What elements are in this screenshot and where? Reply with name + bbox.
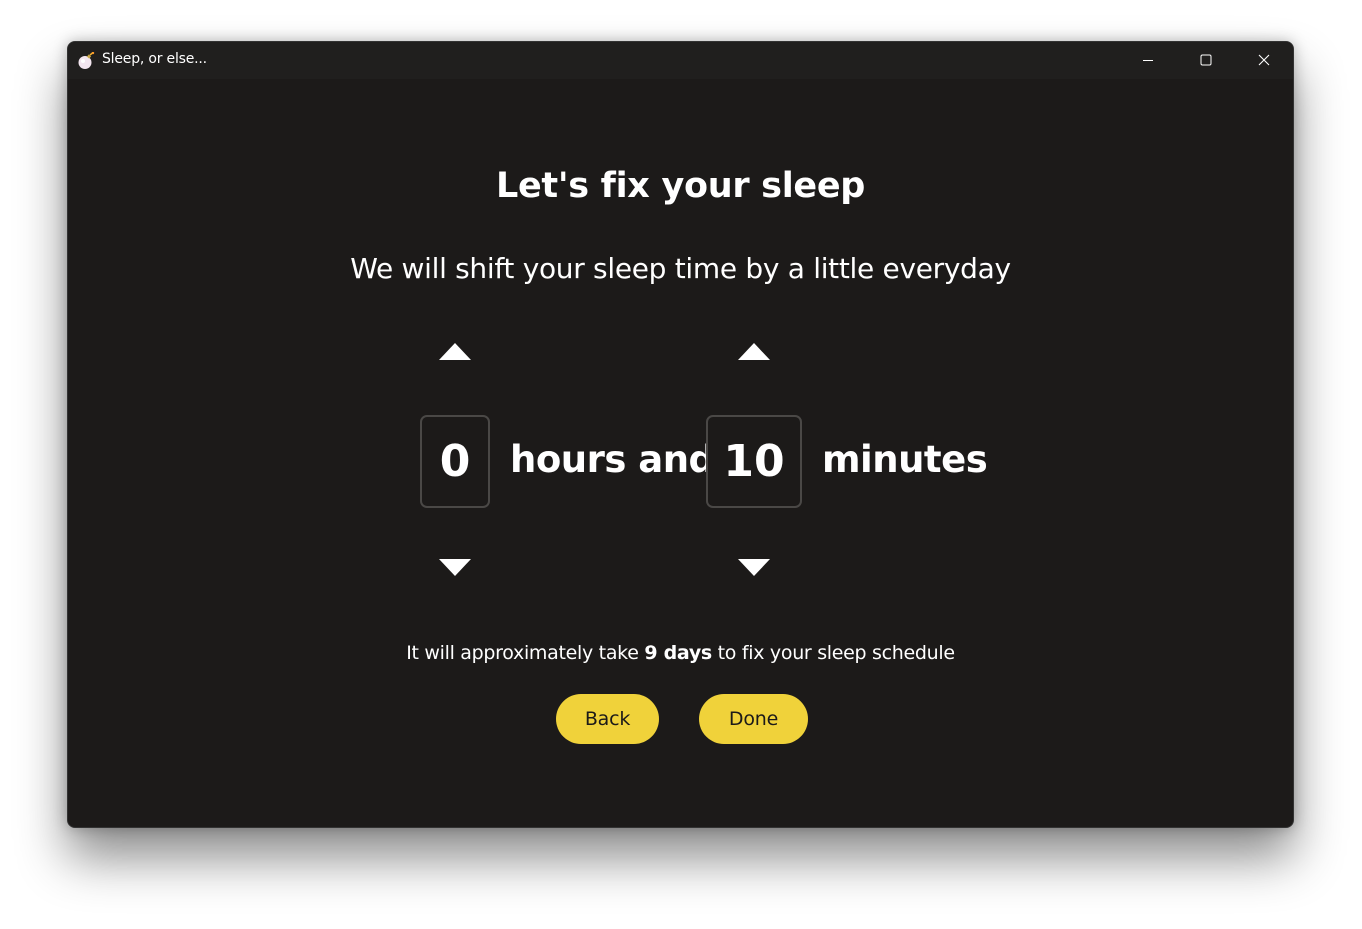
estimate-prefix: It will approximately take bbox=[406, 642, 645, 664]
app-window: Sleep, or else... Let's fix your sleep W… bbox=[67, 41, 1294, 828]
page-subtitle: We will shift your sleep time by a littl… bbox=[350, 252, 1011, 285]
estimate-text: It will approximately take 9 days to fix… bbox=[68, 642, 1293, 664]
triangle-down-icon bbox=[439, 558, 471, 582]
estimate-suffix: to fix your sleep schedule bbox=[711, 642, 955, 664]
window-title: Sleep, or else... bbox=[102, 51, 207, 67]
back-button[interactable]: Back bbox=[556, 694, 659, 744]
close-button[interactable] bbox=[1235, 42, 1293, 79]
minutes-decrement-button[interactable] bbox=[734, 555, 774, 585]
maximize-icon bbox=[1200, 51, 1212, 70]
triangle-down-icon bbox=[738, 558, 770, 582]
minutes-input[interactable]: 10 bbox=[706, 415, 802, 508]
minutes-increment-button[interactable] bbox=[734, 338, 774, 368]
triangle-up-icon bbox=[439, 341, 471, 365]
triangle-up-icon bbox=[738, 341, 770, 365]
maximize-button[interactable] bbox=[1177, 42, 1235, 79]
minimize-button[interactable] bbox=[1119, 42, 1177, 79]
close-icon bbox=[1258, 51, 1270, 70]
hours-decrement-button[interactable] bbox=[435, 555, 475, 585]
hours-label: hours and bbox=[510, 438, 715, 481]
minutes-label: minutes bbox=[822, 438, 988, 481]
minimize-icon bbox=[1142, 51, 1154, 70]
estimate-days: 9 days bbox=[644, 642, 712, 664]
hours-increment-button[interactable] bbox=[435, 338, 475, 368]
done-button[interactable]: Done bbox=[699, 694, 808, 744]
title-bar[interactable]: Sleep, or else... bbox=[68, 42, 1293, 79]
page-title: Let's fix your sleep bbox=[495, 166, 866, 206]
bomb-icon bbox=[77, 51, 95, 70]
hours-input[interactable]: 0 bbox=[420, 415, 490, 508]
